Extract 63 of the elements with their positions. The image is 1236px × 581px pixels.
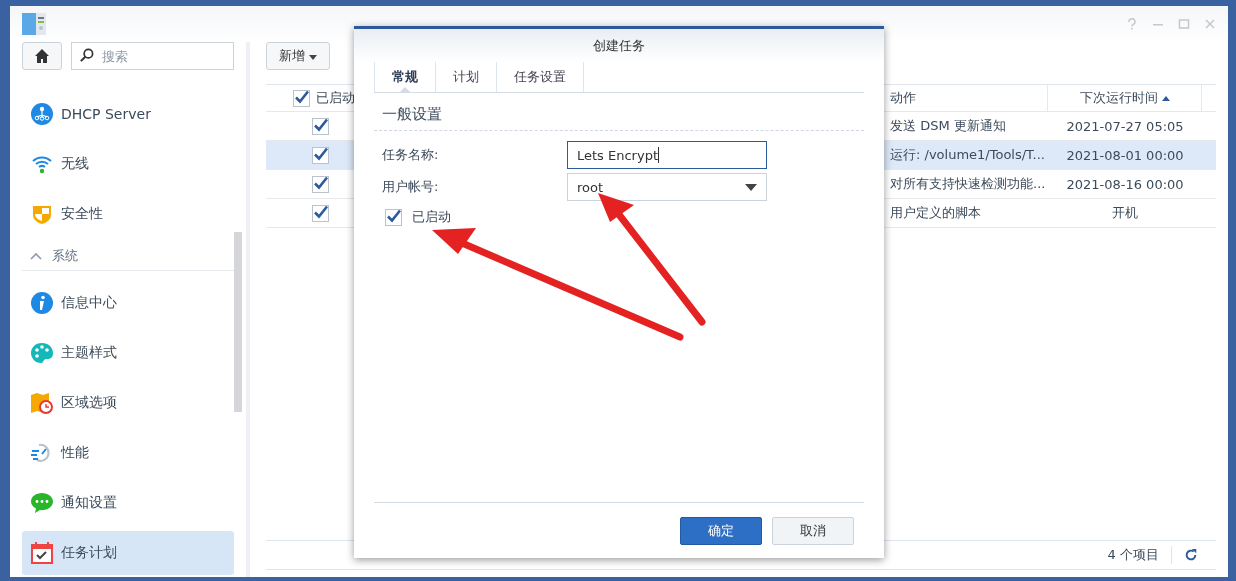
table-cell: 对所有支持快速检测功能... — [890, 175, 1046, 193]
sidebar-item[interactable]: 信息中心 — [22, 281, 234, 325]
network-nodes-icon — [31, 103, 53, 125]
sidebar-item[interactable]: 任务计划 — [22, 531, 234, 575]
sidebar-item[interactable]: 无线 — [22, 142, 234, 186]
tab[interactable]: 任务设置 — [496, 62, 584, 92]
user-dropdown[interactable]: root — [567, 173, 767, 201]
task-name-field[interactable]: Lets Encrypt — [567, 141, 767, 169]
item-count: 4 个项目 — [1107, 546, 1159, 564]
column-header[interactable]: 动作 — [886, 85, 1048, 111]
section-title: 一般设置 — [374, 93, 864, 131]
checkbox[interactable] — [293, 89, 310, 107]
sidebar-item[interactable]: 性能 — [22, 431, 234, 475]
gauge-icon — [31, 442, 53, 464]
table-cell: 开机 — [1112, 204, 1138, 222]
calendar-check-icon — [31, 542, 53, 564]
checkbox[interactable] — [312, 117, 329, 135]
column-label: 动作 — [890, 89, 916, 107]
checkbox[interactable] — [312, 146, 329, 164]
table-cell: 2021-07-27 05:05 — [1066, 118, 1184, 134]
table-cell: 用户定义的脚本 — [890, 204, 981, 222]
search-icon — [79, 48, 94, 63]
column-label: 下次运行时间 — [1079, 89, 1158, 107]
caret-icon — [309, 55, 318, 60]
checkbox[interactable] — [312, 175, 329, 193]
field-label: 任务名称: — [382, 146, 440, 164]
app-icon — [22, 13, 46, 35]
field-label: 用户帐号: — [382, 178, 440, 196]
checkbox[interactable] — [385, 208, 402, 226]
search-field[interactable]: 搜索 — [71, 42, 234, 70]
refresh-icon[interactable] — [1184, 548, 1198, 562]
info-icon — [31, 292, 53, 314]
column-label: 已启动 — [316, 89, 355, 107]
caret-icon — [745, 183, 757, 191]
create-button[interactable]: 新增 — [266, 42, 331, 70]
sidebar-item[interactable]: 主题样式 — [22, 331, 234, 375]
column-header[interactable]: 已启动 — [266, 85, 356, 111]
checkbox-label: 已启动 — [412, 208, 451, 226]
sidebar-item[interactable]: 区域选项 — [22, 381, 234, 425]
map-clock-icon — [31, 392, 53, 414]
confirm-button[interactable]: 确定 — [680, 516, 762, 545]
sidebar-item[interactable]: DHCP Server — [22, 92, 234, 136]
wifi-icon — [31, 153, 53, 175]
sidebar-item[interactable]: 安全性 — [22, 192, 234, 236]
table-cell: 2021-08-01 00:00 — [1066, 147, 1184, 163]
caret-icon — [30, 252, 42, 260]
home-icon — [34, 48, 50, 64]
column-header[interactable]: 下次运行时间 — [1048, 85, 1202, 111]
checkbox[interactable] — [312, 204, 329, 222]
cancel-button[interactable]: 取消 — [772, 516, 854, 545]
tab[interactable]: 计划 — [435, 62, 496, 92]
table-cell: 发送 DSM 更新通知 — [890, 117, 1006, 135]
chat-icon — [31, 492, 53, 514]
palette-icon — [31, 342, 53, 364]
scrollbar-thumb[interactable] — [234, 232, 242, 412]
dialog-title: 创建任务 — [593, 36, 645, 55]
table-cell: 2021-08-16 00:00 — [1066, 176, 1184, 192]
home-button[interactable] — [22, 42, 62, 70]
sidebar-item[interactable]: 通知设置 — [22, 481, 234, 525]
table-cell: 运行: /volume1/Tools/T... — [890, 146, 1045, 164]
shield-icon — [31, 203, 53, 225]
tab[interactable]: 常规 — [374, 62, 435, 92]
sort-arrow-icon — [1161, 95, 1170, 101]
